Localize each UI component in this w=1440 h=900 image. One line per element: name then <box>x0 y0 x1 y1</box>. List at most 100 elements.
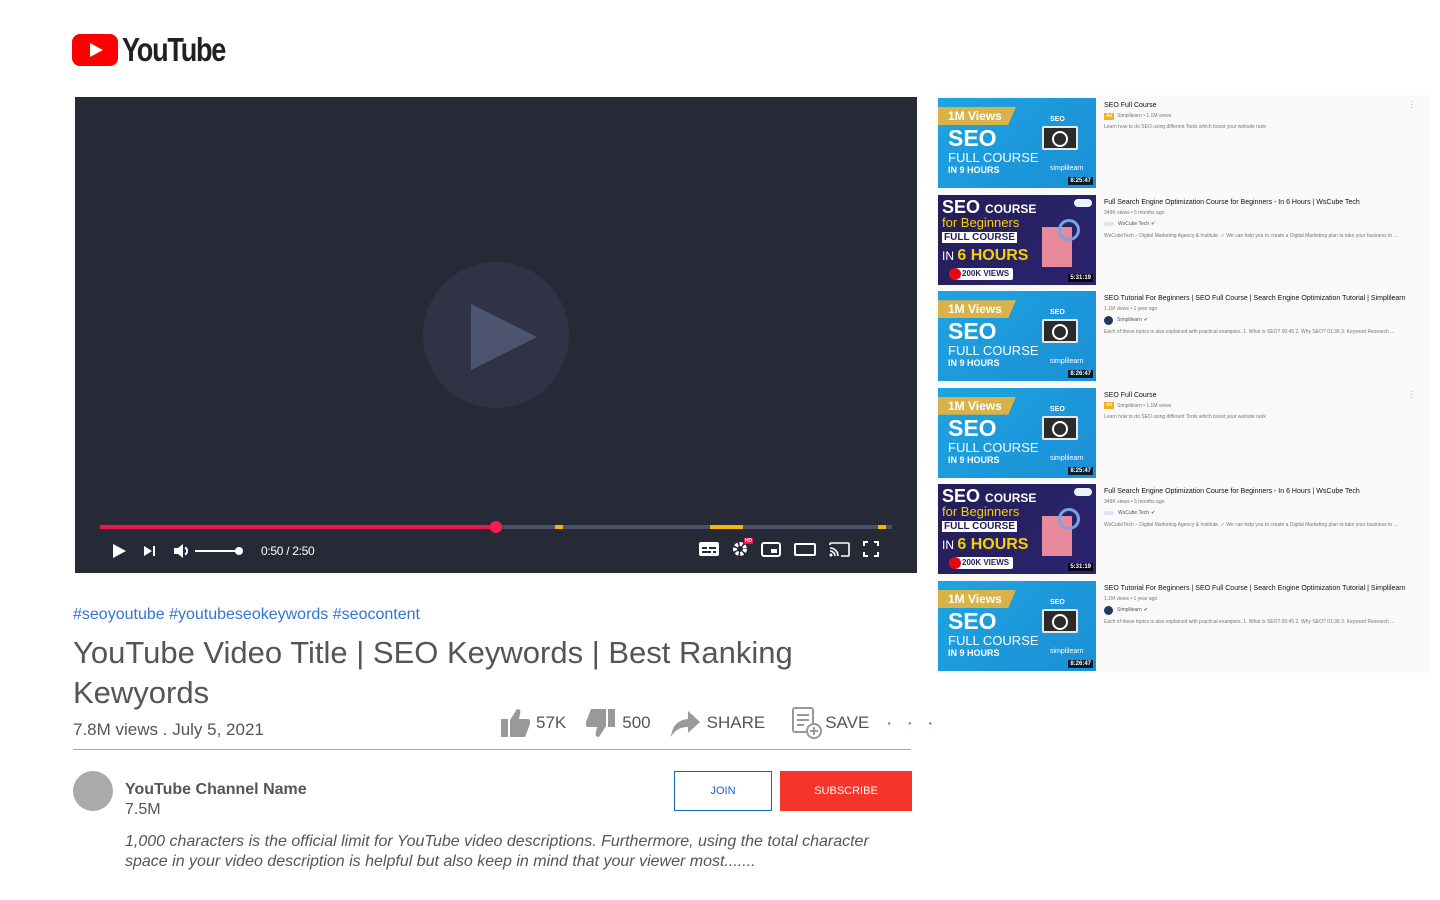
recommended-video[interactable]: 1M Views SEO FULL COURSE IN 9 HOURS SEO … <box>938 291 1427 384</box>
miniplayer-button[interactable] <box>761 541 781 557</box>
verified-icon: ✔ <box>1143 607 1148 613</box>
more-actions-button[interactable]: · · · <box>887 715 939 731</box>
thumbs-up-icon <box>501 709 530 737</box>
recommended-channel[interactable]: Simplilearn ✔ <box>1104 314 1414 326</box>
recommended-video-info: Full Search Engine Optimization Course f… <box>1104 198 1414 240</box>
recommended-video[interactable]: 1M Views SEO FULL COURSE IN 9 HOURS SEO … <box>938 387 1427 481</box>
like-button[interactable]: 57K <box>500 708 566 738</box>
recommended-channel[interactable]: WsCube Tech ✔ <box>1104 218 1414 230</box>
thumb-hours: IN 6 HOURS <box>942 536 1028 554</box>
thumb-title: SEO <box>948 318 997 345</box>
recommended-video-description: WsCubeTech – Digital Marketing Agency & … <box>1104 232 1398 239</box>
volume-slider-handle[interactable] <box>235 547 243 555</box>
youtube-logo[interactable]: YouTube <box>72 31 248 69</box>
thumb-hours-prefix: IN <box>942 538 954 553</box>
video-thumbnail[interactable]: 1M Views SEO FULL COURSE IN 9 HOURS SEO … <box>938 387 1096 478</box>
views-text: Simplilearn • 1.1M views <box>1117 402 1172 409</box>
thumb-subtitle: FULL COURSE <box>948 343 1039 359</box>
recommended-video-meta: Ad Simplilearn • 1.1M views <box>1104 111 1414 121</box>
thumb-brand: simplilearn <box>1050 165 1084 172</box>
channel-name[interactable]: YouTube Channel Name <box>125 781 307 799</box>
chapter-marker <box>709 525 744 529</box>
recommended-video[interactable]: SEO COURSE for Beginners FULL COURSE IN … <box>938 484 1427 577</box>
channel-avatar[interactable] <box>73 771 113 811</box>
thumb-hours: IN 9 HOURS <box>948 358 1000 369</box>
subscribe-button[interactable]: SUBSCRIBE <box>780 771 912 811</box>
settings-button[interactable]: HD <box>732 538 753 557</box>
recommended-video-meta: 349K views • 5 months ago <box>1104 497 1414 507</box>
big-play-button[interactable] <box>423 262 569 408</box>
save-to-playlist-icon <box>792 707 823 739</box>
verified-icon: ✔ <box>1151 510 1156 517</box>
thumb-hours-value: 6 HOURS <box>957 536 1029 554</box>
fullscreen-button[interactable] <box>863 541 879 557</box>
next-button[interactable] <box>144 546 155 556</box>
share-button[interactable]: SHARE <box>669 707 765 739</box>
laptop-illustration <box>1042 319 1078 344</box>
thumb-banner: FULL COURSE <box>942 231 1017 243</box>
progress-bar[interactable] <box>100 521 892 533</box>
thumb-hours-value: 6 HOURS <box>957 246 1029 264</box>
recommended-video-title[interactable]: Full Search Engine Optimization Course f… <box>1104 198 1414 208</box>
captions-button[interactable] <box>699 542 719 556</box>
next-icon-bar <box>153 546 155 556</box>
recommended-video-title[interactable]: Full Search Engine Optimization Course f… <box>1104 487 1414 497</box>
mute-button[interactable] <box>173 543 191 559</box>
more-options-icon[interactable]: · · · <box>1410 387 1413 401</box>
video-thumbnail[interactable]: SEO COURSE for Beginners FULL COURSE IN … <box>938 194 1096 285</box>
play-button[interactable] <box>113 544 144 558</box>
thumb-mini-label: SEO <box>1050 116 1065 123</box>
recommended-video[interactable]: 1M Views SEO FULL COURSE IN 9 HOURS SEO … <box>938 98 1427 191</box>
recommended-channel[interactable]: WsCube Tech ✔ <box>1104 507 1414 519</box>
join-button[interactable]: JOIN <box>674 771 772 811</box>
ad-badge: Ad <box>1104 402 1115 410</box>
progress-scrubber-handle[interactable] <box>490 521 502 533</box>
hashtag-link[interactable]: #seoyoutube <box>73 606 165 623</box>
hashtag-link[interactable]: #seocontent <box>333 606 420 623</box>
recommended-video-title[interactable]: SEO Full Course <box>1104 101 1414 111</box>
recommended-video-meta: 349K views • 5 months ago <box>1104 208 1414 218</box>
video-title: YouTube Video Title | SEO Keywords | Bes… <box>73 635 793 710</box>
recommended-video[interactable]: 1M Views SEO FULL COURSE IN 9 HOURS SEO … <box>938 581 1427 674</box>
recommended-video[interactable]: SEO COURSE for Beginners FULL COURSE IN … <box>938 194 1427 288</box>
thumb-title: SEO <box>948 414 997 441</box>
views-text: 1.1M views • 1 year ago <box>1104 306 1158 313</box>
more-options-icon[interactable]: · · · <box>1410 98 1413 112</box>
views-text: 1.1M views • 1 year ago <box>1104 596 1158 602</box>
thumb-brand: simplilearn <box>1050 454 1084 462</box>
recommended-video-description: Learn how to do SEO using different Tool… <box>1104 413 1266 420</box>
recommended-video-description: Learn how to do SEO using different Tool… <box>1104 124 1266 130</box>
video-duration: 8:25:47 <box>1068 466 1093 475</box>
video-duration: 5:31:19 <box>1068 273 1093 282</box>
recommended-video-title[interactable]: SEO Full Course <box>1104 391 1414 401</box>
thumb-views-badge: 200K VIEWS <box>954 267 1014 280</box>
cast-button[interactable] <box>829 541 850 557</box>
magnifier-illustration <box>1058 218 1080 241</box>
youtube-play-badge-icon <box>949 267 961 280</box>
volume-slider[interactable] <box>195 547 243 555</box>
thumb-channel-logo <box>1074 488 1092 497</box>
recommended-video-title[interactable]: SEO Tutorial For Beginners | SEO Full Co… <box>1104 584 1414 594</box>
video-description: 1,000 characters is the official limit f… <box>125 833 869 870</box>
hashtag-link[interactable]: #youtubeseokeywords <box>169 606 328 623</box>
thumb-hours: IN 9 HOURS <box>948 165 1000 175</box>
channel-avatar <box>1104 511 1114 516</box>
recommended-video-title[interactable]: SEO Tutorial For Beginners | SEO Full Co… <box>1104 294 1414 304</box>
cast-icon <box>829 541 850 557</box>
thumb-banner: FULL COURSE <box>942 521 1017 533</box>
captions-icon <box>699 542 719 556</box>
channel-avatar <box>1104 605 1113 615</box>
save-button[interactable]: SAVE <box>791 706 869 740</box>
video-thumbnail[interactable]: 1M Views SEO FULL COURSE IN 9 HOURS SEO … <box>938 291 1096 382</box>
video-thumbnail[interactable]: 1M Views SEO FULL COURSE IN 9 HOURS SEO … <box>938 98 1096 188</box>
video-thumbnail[interactable]: 1M Views SEO FULL COURSE IN 9 HOURS SEO … <box>938 581 1096 671</box>
thumb-hours: IN 9 HOURS <box>948 648 1000 658</box>
thumb-subtitle: for Beginners <box>942 504 1020 520</box>
theater-mode-button[interactable] <box>794 542 816 556</box>
dislike-button[interactable]: 500 <box>584 707 651 739</box>
video-thumbnail[interactable]: SEO COURSE for Beginners FULL COURSE IN … <box>938 484 1096 575</box>
video-duration: 5:31:19 <box>1068 563 1093 572</box>
channel-name: Simplilearn <box>1117 317 1142 324</box>
video-player[interactable]: 0:50 / 2:50 HD <box>75 97 917 573</box>
recommended-channel[interactable]: Simplilearn ✔ <box>1104 604 1414 616</box>
